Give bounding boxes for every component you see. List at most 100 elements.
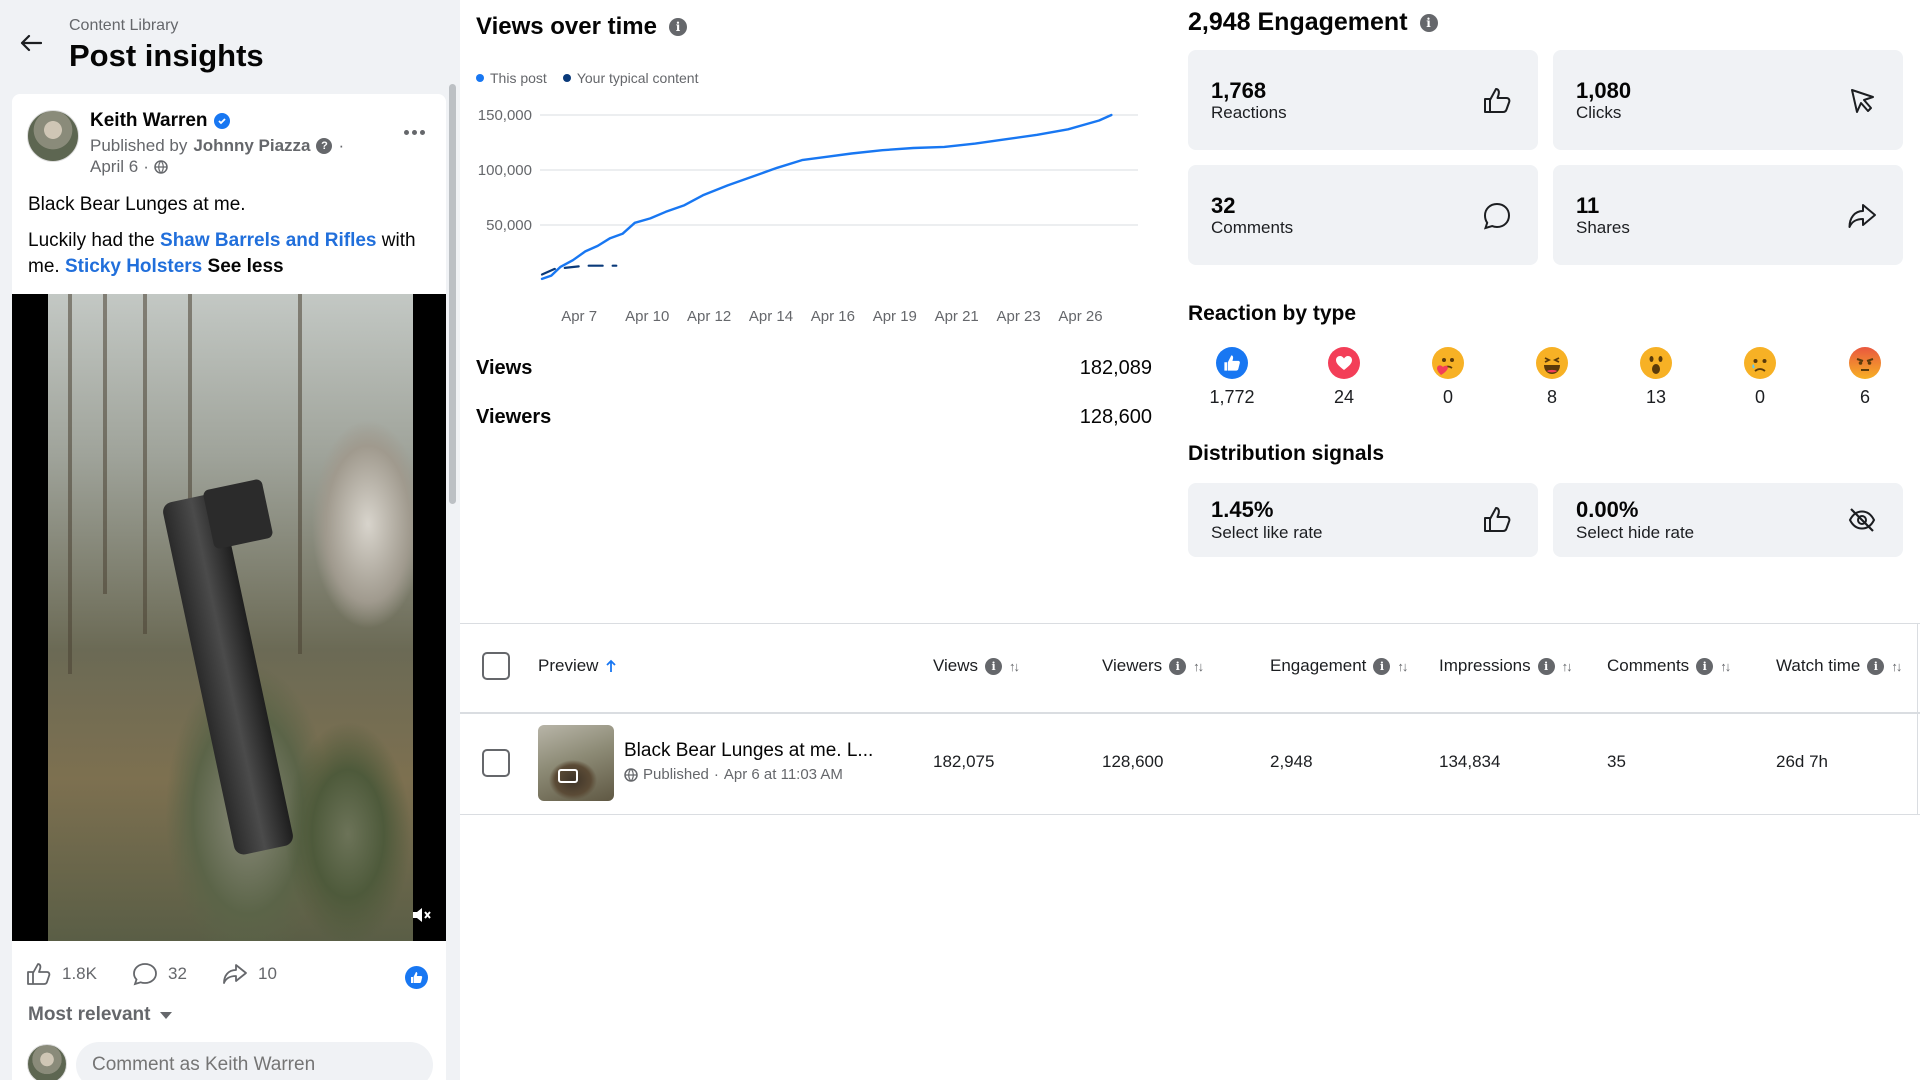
engagement-title: 2,948 Engagement i <box>1188 8 1438 37</box>
post-date[interactable]: April 6 <box>90 157 138 177</box>
published-by-line: Published by Johnny Piazza ? · <box>90 136 344 156</box>
comment-icon <box>1483 202 1511 230</box>
sort-icon[interactable]: ↑↓ <box>1397 659 1408 674</box>
like-reaction-icon[interactable] <box>405 966 428 989</box>
link-shaw-barrels[interactable]: Shaw Barrels and Rifles <box>160 230 376 251</box>
tile-shares[interactable]: 11 Shares <box>1553 165 1903 265</box>
scrollbar[interactable] <box>449 84 456 504</box>
cursor-icon <box>1851 89 1874 113</box>
video-detail <box>202 478 274 550</box>
column-header-preview[interactable]: Preview <box>538 656 617 676</box>
tile-select-like-rate[interactable]: 1.45% Select like rate <box>1188 483 1538 557</box>
sort-icon[interactable]: ↑↓ <box>1193 659 1204 674</box>
reaction-wow[interactable]: 13 <box>1621 347 1691 408</box>
tile-comments[interactable]: 32 Comments <box>1188 165 1538 265</box>
table-row-border <box>460 814 1920 815</box>
video-frame[interactable] <box>48 294 413 941</box>
info-icon[interactable]: i <box>1373 657 1391 675</box>
publisher-name[interactable]: Johnny Piazza <box>193 136 310 156</box>
care-emoji-icon <box>1432 347 1464 379</box>
mute-icon[interactable] <box>410 904 432 926</box>
x-tick-label: Apr 12 <box>687 308 731 325</box>
avatar[interactable] <box>27 1044 67 1080</box>
reaction-love[interactable]: 24 <box>1309 347 1379 408</box>
post-author[interactable]: Keith Warren <box>90 110 230 132</box>
tile-value: 1,768 <box>1211 78 1267 103</box>
sort-icon[interactable]: ↑↓ <box>1720 659 1731 674</box>
tile-label: Comments <box>1211 218 1294 237</box>
column-header-comments[interactable]: Comments i ↑↓ <box>1607 656 1731 676</box>
tile-value: 1.45% <box>1211 497 1274 522</box>
reaction-care[interactable]: 0 <box>1413 347 1483 408</box>
views-label: Views <box>476 357 533 379</box>
cell-views: 182,075 <box>933 752 995 771</box>
info-icon[interactable]: i <box>985 657 1003 675</box>
info-icon[interactable]: i <box>1696 657 1714 675</box>
tile-label: Select like rate <box>1211 523 1323 542</box>
more-options-icon[interactable] <box>397 120 431 144</box>
like-action[interactable]: 1.8K <box>26 962 97 986</box>
separator-dot: · <box>713 766 719 783</box>
reaction-angry[interactable]: 6 <box>1830 347 1900 408</box>
comment-sort-dropdown[interactable]: Most relevant <box>28 1004 173 1026</box>
sort-icon[interactable]: ↑↓ <box>1891 659 1902 674</box>
post-video[interactable] <box>12 294 446 941</box>
legend-item-typical[interactable]: Your typical content <box>562 70 699 86</box>
reaction-count: 6 <box>1859 387 1870 407</box>
views-line-chart[interactable]: 150,000 100,000 50,000 Apr 7 Apr 10 Apr 12 Apr… <box>470 95 1150 335</box>
reaction-count: 0 <box>1442 387 1453 407</box>
reaction-sad[interactable]: 0 <box>1725 347 1795 408</box>
share-action[interactable]: 10 <box>222 962 277 986</box>
sort-icon[interactable]: ↑↓ <box>1562 659 1573 674</box>
video-detail <box>68 294 72 674</box>
legend-item-this-post[interactable]: This post <box>476 70 547 86</box>
post-preview-meta: Published · Apr 6 at 11:03 AM <box>624 766 843 783</box>
tile-value: 32 <box>1211 193 1236 218</box>
info-icon[interactable]: i <box>1169 657 1187 675</box>
tile-select-hide-rate[interactable]: 0.00% Select hide rate <box>1553 483 1903 557</box>
views-stat-row: Views 182,089 <box>476 357 1152 380</box>
tile-clicks[interactable]: 1,080 Clicks <box>1553 50 1903 150</box>
sort-icon[interactable]: ↑↓ <box>1009 659 1020 674</box>
reaction-haha[interactable]: 8 <box>1517 347 1587 408</box>
info-icon[interactable]: i <box>1537 657 1555 675</box>
like-emoji-icon <box>1216 347 1248 379</box>
haha-emoji-icon <box>1536 347 1568 379</box>
tile-reactions[interactable]: 1,768 Reactions <box>1188 50 1538 150</box>
tile-label: Select hide rate <box>1576 523 1695 542</box>
legend-label: Your typical content <box>576 70 699 86</box>
column-header-views[interactable]: Views i ↑↓ <box>933 656 1020 676</box>
column-header-viewers[interactable]: Viewers i ↑↓ <box>1102 656 1204 676</box>
tile-label: Clicks <box>1576 103 1622 122</box>
back-arrow-icon[interactable] <box>14 26 48 60</box>
x-tick-label: Apr 16 <box>811 308 855 325</box>
table-header-border <box>460 712 1920 714</box>
comment-action[interactable]: 32 <box>132 962 187 986</box>
author-name[interactable]: Keith Warren <box>90 110 208 132</box>
info-icon[interactable]: i <box>1867 657 1885 675</box>
reaction-count: 0 <box>1754 387 1765 407</box>
link-sticky-holsters[interactable]: Sticky Holsters <box>65 256 202 277</box>
help-icon[interactable]: ? <box>316 138 333 154</box>
see-less-link[interactable]: See less <box>208 256 284 277</box>
comment-input[interactable] <box>76 1042 433 1080</box>
info-icon[interactable]: i <box>668 18 687 36</box>
avatar[interactable] <box>27 110 79 162</box>
breadcrumb[interactable]: Content Library <box>69 17 178 35</box>
info-icon[interactable]: i <box>1419 13 1438 32</box>
post-preview-title[interactable]: Black Bear Lunges at me. L... <box>624 740 873 762</box>
row-checkbox[interactable] <box>482 749 510 777</box>
share-icon <box>223 964 247 984</box>
share-icon <box>1848 204 1876 228</box>
share-count: 10 <box>258 964 277 983</box>
video-icon <box>558 769 578 783</box>
column-header-watch-time[interactable]: Watch time i ↑↓ <box>1776 656 1902 676</box>
post-thumbnail[interactable] <box>538 725 614 801</box>
column-label: Preview <box>538 656 599 675</box>
select-all-checkbox[interactable] <box>482 652 510 680</box>
separator-dot: · <box>143 157 149 176</box>
thumbs-up-icon <box>27 963 51 985</box>
column-header-impressions[interactable]: Impressions i ↑↓ <box>1439 656 1573 676</box>
column-header-engagement[interactable]: Engagement i ↑↓ <box>1270 656 1408 676</box>
reaction-like[interactable]: 1,772 <box>1197 347 1267 408</box>
